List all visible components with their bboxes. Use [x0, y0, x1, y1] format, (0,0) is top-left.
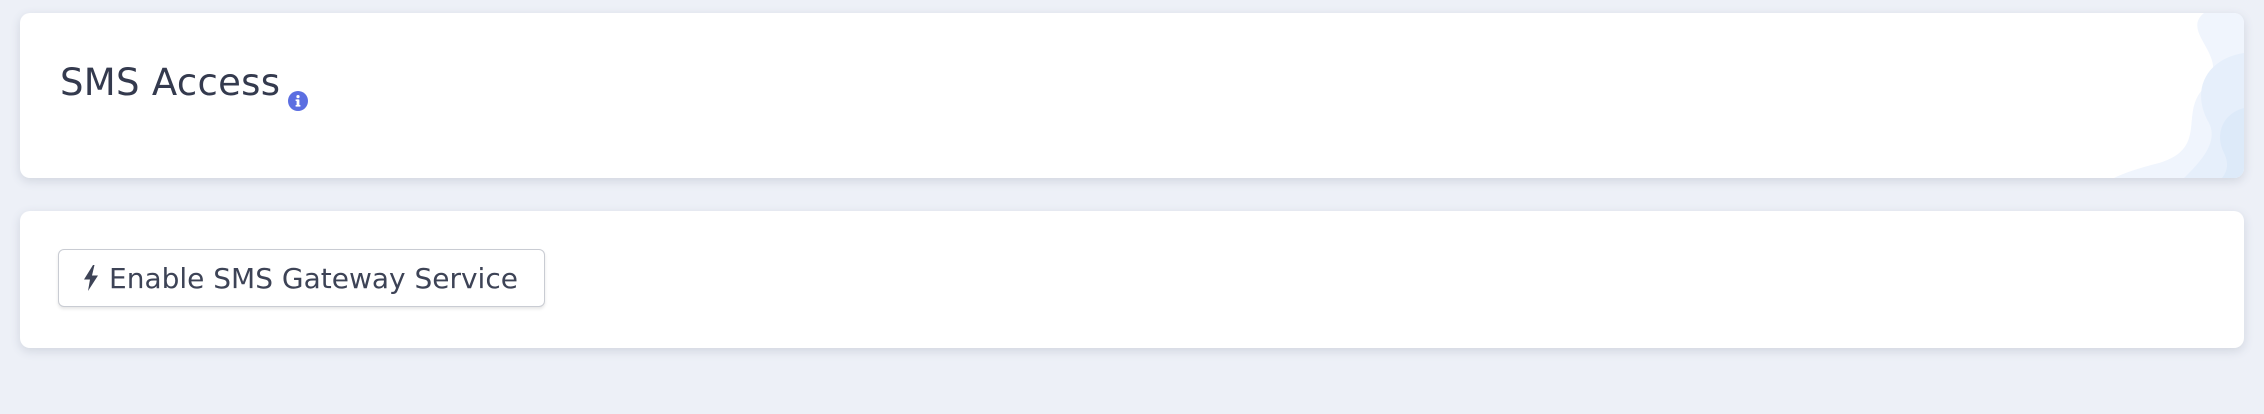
info-icon[interactable]	[288, 77, 309, 111]
header-decoration	[2114, 13, 2244, 178]
actions-card: Enable SMS Gateway Service	[20, 211, 2244, 348]
page-title-row: SMS Access	[60, 61, 309, 111]
bolt-icon	[83, 265, 99, 291]
enable-sms-gateway-label: Enable SMS Gateway Service	[109, 261, 518, 295]
header-card: SMS Access	[20, 13, 2244, 178]
enable-sms-gateway-button[interactable]: Enable SMS Gateway Service	[58, 249, 545, 307]
page-title: SMS Access	[60, 61, 281, 104]
